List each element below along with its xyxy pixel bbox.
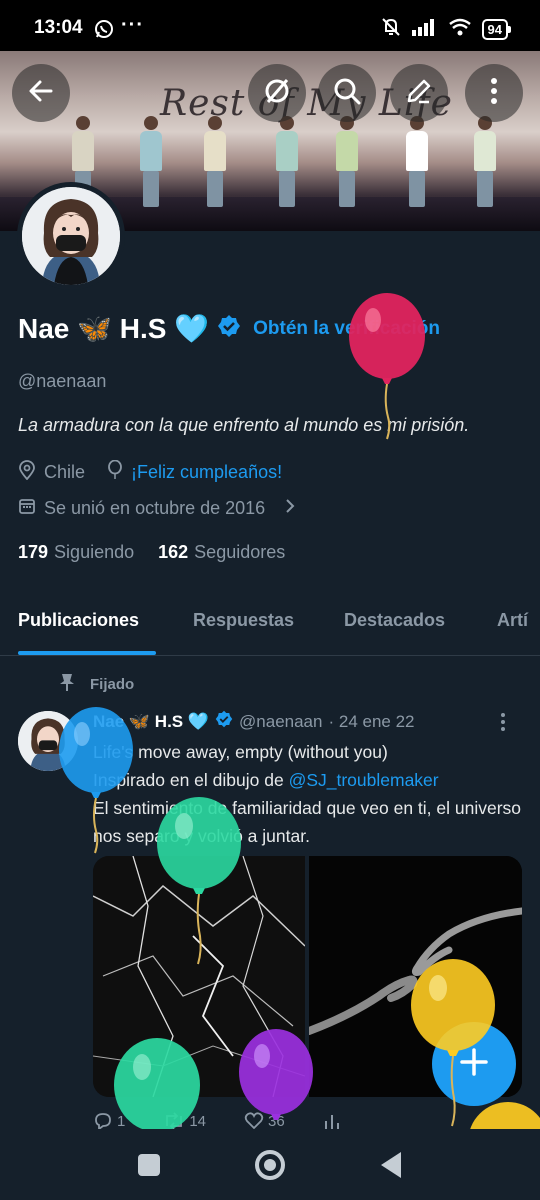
balloon-green-2 <box>113 1037 201 1142</box>
more-vertical-icon <box>490 77 498 110</box>
performer <box>204 116 226 207</box>
tab-articulos[interactable]: Artí <box>497 610 528 631</box>
chevron-right-icon <box>285 498 295 519</box>
pencil-icon <box>405 77 433 110</box>
status-right-icons: 94 <box>380 16 512 43</box>
balloon-purple <box>238 1028 316 1133</box>
wifi-icon <box>448 18 472 41</box>
profile-joined[interactable]: Se unió en octubre de 2016 <box>18 497 295 520</box>
location-icon <box>18 460 36 485</box>
search-icon <box>332 76 362 111</box>
joined-date: Se unió en octubre de 2016 <box>44 498 266 518</box>
back-nav-button[interactable] <box>381 1152 401 1178</box>
profile-name: Nae 🦋 H.S 🩵 <box>18 313 210 344</box>
balloon-blue <box>58 706 136 861</box>
followers-label: Seguidores <box>194 542 286 562</box>
post-author-handle: @naenaan <box>239 711 323 731</box>
balloon-green <box>156 796 242 971</box>
status-time: 13:04 <box>34 17 83 38</box>
post-mention-link[interactable]: @SJ_troublemaker <box>289 770 439 790</box>
post-date: · 24 ene 22 <box>328 711 415 731</box>
post-line-1: Life's move away, empty (without you) <box>93 742 388 762</box>
post-more-button[interactable] <box>500 712 506 737</box>
post-header: Nae 🦋 H.S 🩵 @naenaan · 24 ene 22 <box>93 710 415 733</box>
profile-avatar[interactable] <box>17 182 125 290</box>
status-bar: 13:04 ··· 94 <box>0 0 540 58</box>
search-button[interactable] <box>318 64 376 122</box>
edit-button[interactable] <box>390 64 448 122</box>
follow-stats: 179 Siguiendo 162 Seguidores <box>18 542 285 563</box>
grok-button[interactable] <box>248 64 306 122</box>
verified-badge-icon <box>215 710 233 733</box>
followers-link[interactable]: 162 Seguidores <box>158 542 285 563</box>
status-more-dots: ··· <box>121 14 144 36</box>
grok-icon <box>262 76 292 111</box>
views-button[interactable] <box>323 1112 341 1130</box>
profile-location: Chile <box>44 462 86 482</box>
performer <box>474 116 496 207</box>
profile-tabs: Publicaciones Respuestas Destacados Artí <box>0 592 540 656</box>
tab-publicaciones[interactable]: Publicaciones <box>18 610 139 631</box>
following-link[interactable]: 179 Siguiendo <box>18 542 134 563</box>
performer <box>140 116 162 207</box>
followers-count: 162 <box>158 542 189 562</box>
home-button[interactable] <box>255 1150 285 1180</box>
balloon-icon <box>107 459 123 485</box>
arrow-left-icon <box>27 77 55 110</box>
whatsapp-icon <box>94 19 114 44</box>
balloon-red <box>348 292 428 447</box>
tab-destacados[interactable]: Destacados <box>344 610 445 631</box>
profile-handle: @naenaan <box>18 371 107 391</box>
system-nav-bar <box>0 1129 540 1200</box>
back-button[interactable] <box>12 64 70 122</box>
more-button[interactable] <box>465 64 523 122</box>
performer <box>276 116 298 207</box>
mute-icon <box>380 16 402 43</box>
signal-icon <box>411 18 438 41</box>
pinned-label: Fijado <box>90 675 135 693</box>
active-tab-indicator <box>18 651 156 655</box>
battery-indicator: 94 <box>481 19 512 40</box>
pinned-label-row: Fijado <box>58 672 134 696</box>
post-line-2: Inspirado en el dibujo de @SJ_troublemak… <box>93 766 533 794</box>
following-count: 179 <box>18 542 49 562</box>
profile-meta: Chile ¡Feliz cumpleaños! <box>18 459 282 485</box>
performer <box>336 116 358 207</box>
calendar-icon <box>18 497 36 520</box>
tab-respuestas[interactable]: Respuestas <box>193 610 294 631</box>
more-vertical-icon <box>500 713 506 736</box>
following-label: Siguiendo <box>54 542 135 562</box>
performer <box>406 116 428 207</box>
recents-button[interactable] <box>138 1154 160 1176</box>
birthday-link[interactable]: ¡Feliz cumpleaños! <box>131 462 282 483</box>
pin-icon <box>58 672 76 696</box>
verified-badge-icon[interactable] <box>217 314 241 343</box>
